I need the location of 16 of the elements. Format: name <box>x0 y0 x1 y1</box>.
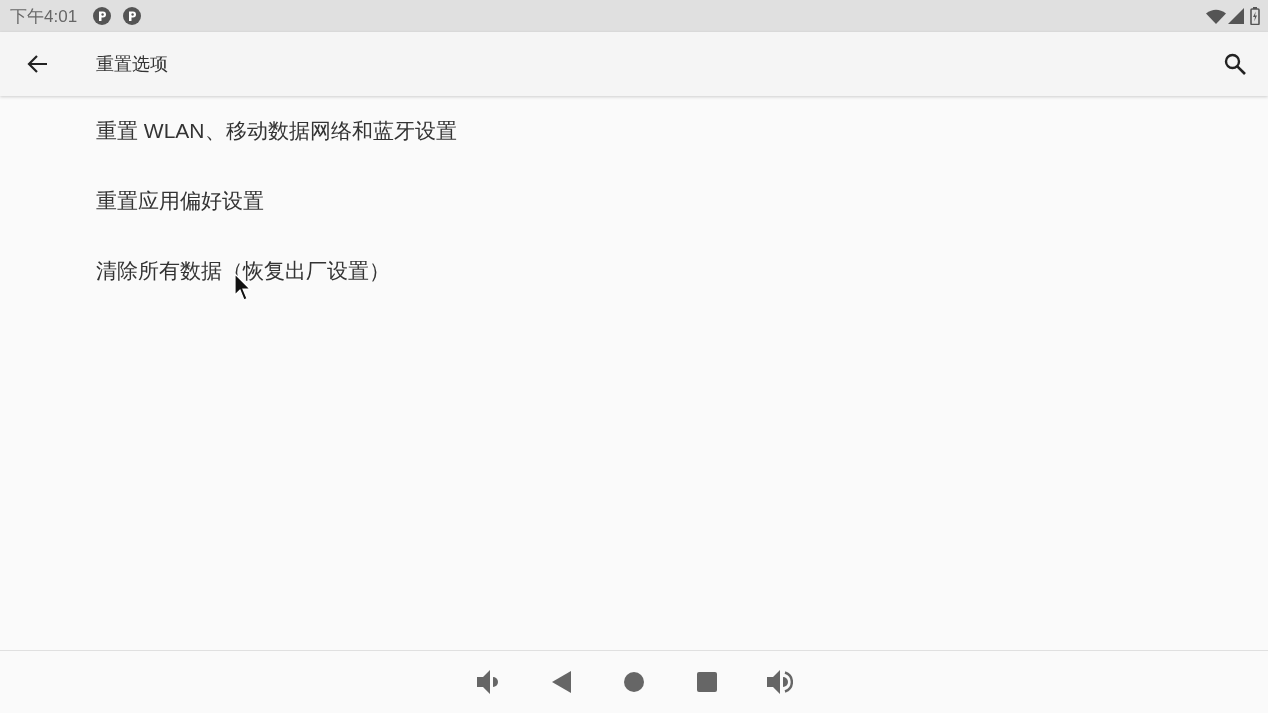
signal-icon <box>1228 8 1244 24</box>
status-time: 下午4:01 <box>10 7 78 25</box>
triangle-back-icon <box>551 671 571 693</box>
circle-home-icon <box>624 672 644 692</box>
search-icon <box>1224 53 1246 75</box>
settings-list-item[interactable]: 重置 WLAN、移动数据网络和蓝牙设置 <box>96 115 457 147</box>
notification-icon <box>93 7 112 25</box>
wifi-icon <box>1206 8 1226 24</box>
settings-list-item[interactable]: 重置应用偏好设置 <box>96 185 264 217</box>
battery-icon <box>1250 7 1260 25</box>
square-recents-icon <box>697 672 717 692</box>
notification-icon <box>123 7 142 25</box>
back-arrow-icon <box>26 54 48 74</box>
page-title: 重置选项 <box>96 52 168 76</box>
speaker-loud-icon <box>767 670 793 694</box>
speaker-icon <box>477 670 499 694</box>
